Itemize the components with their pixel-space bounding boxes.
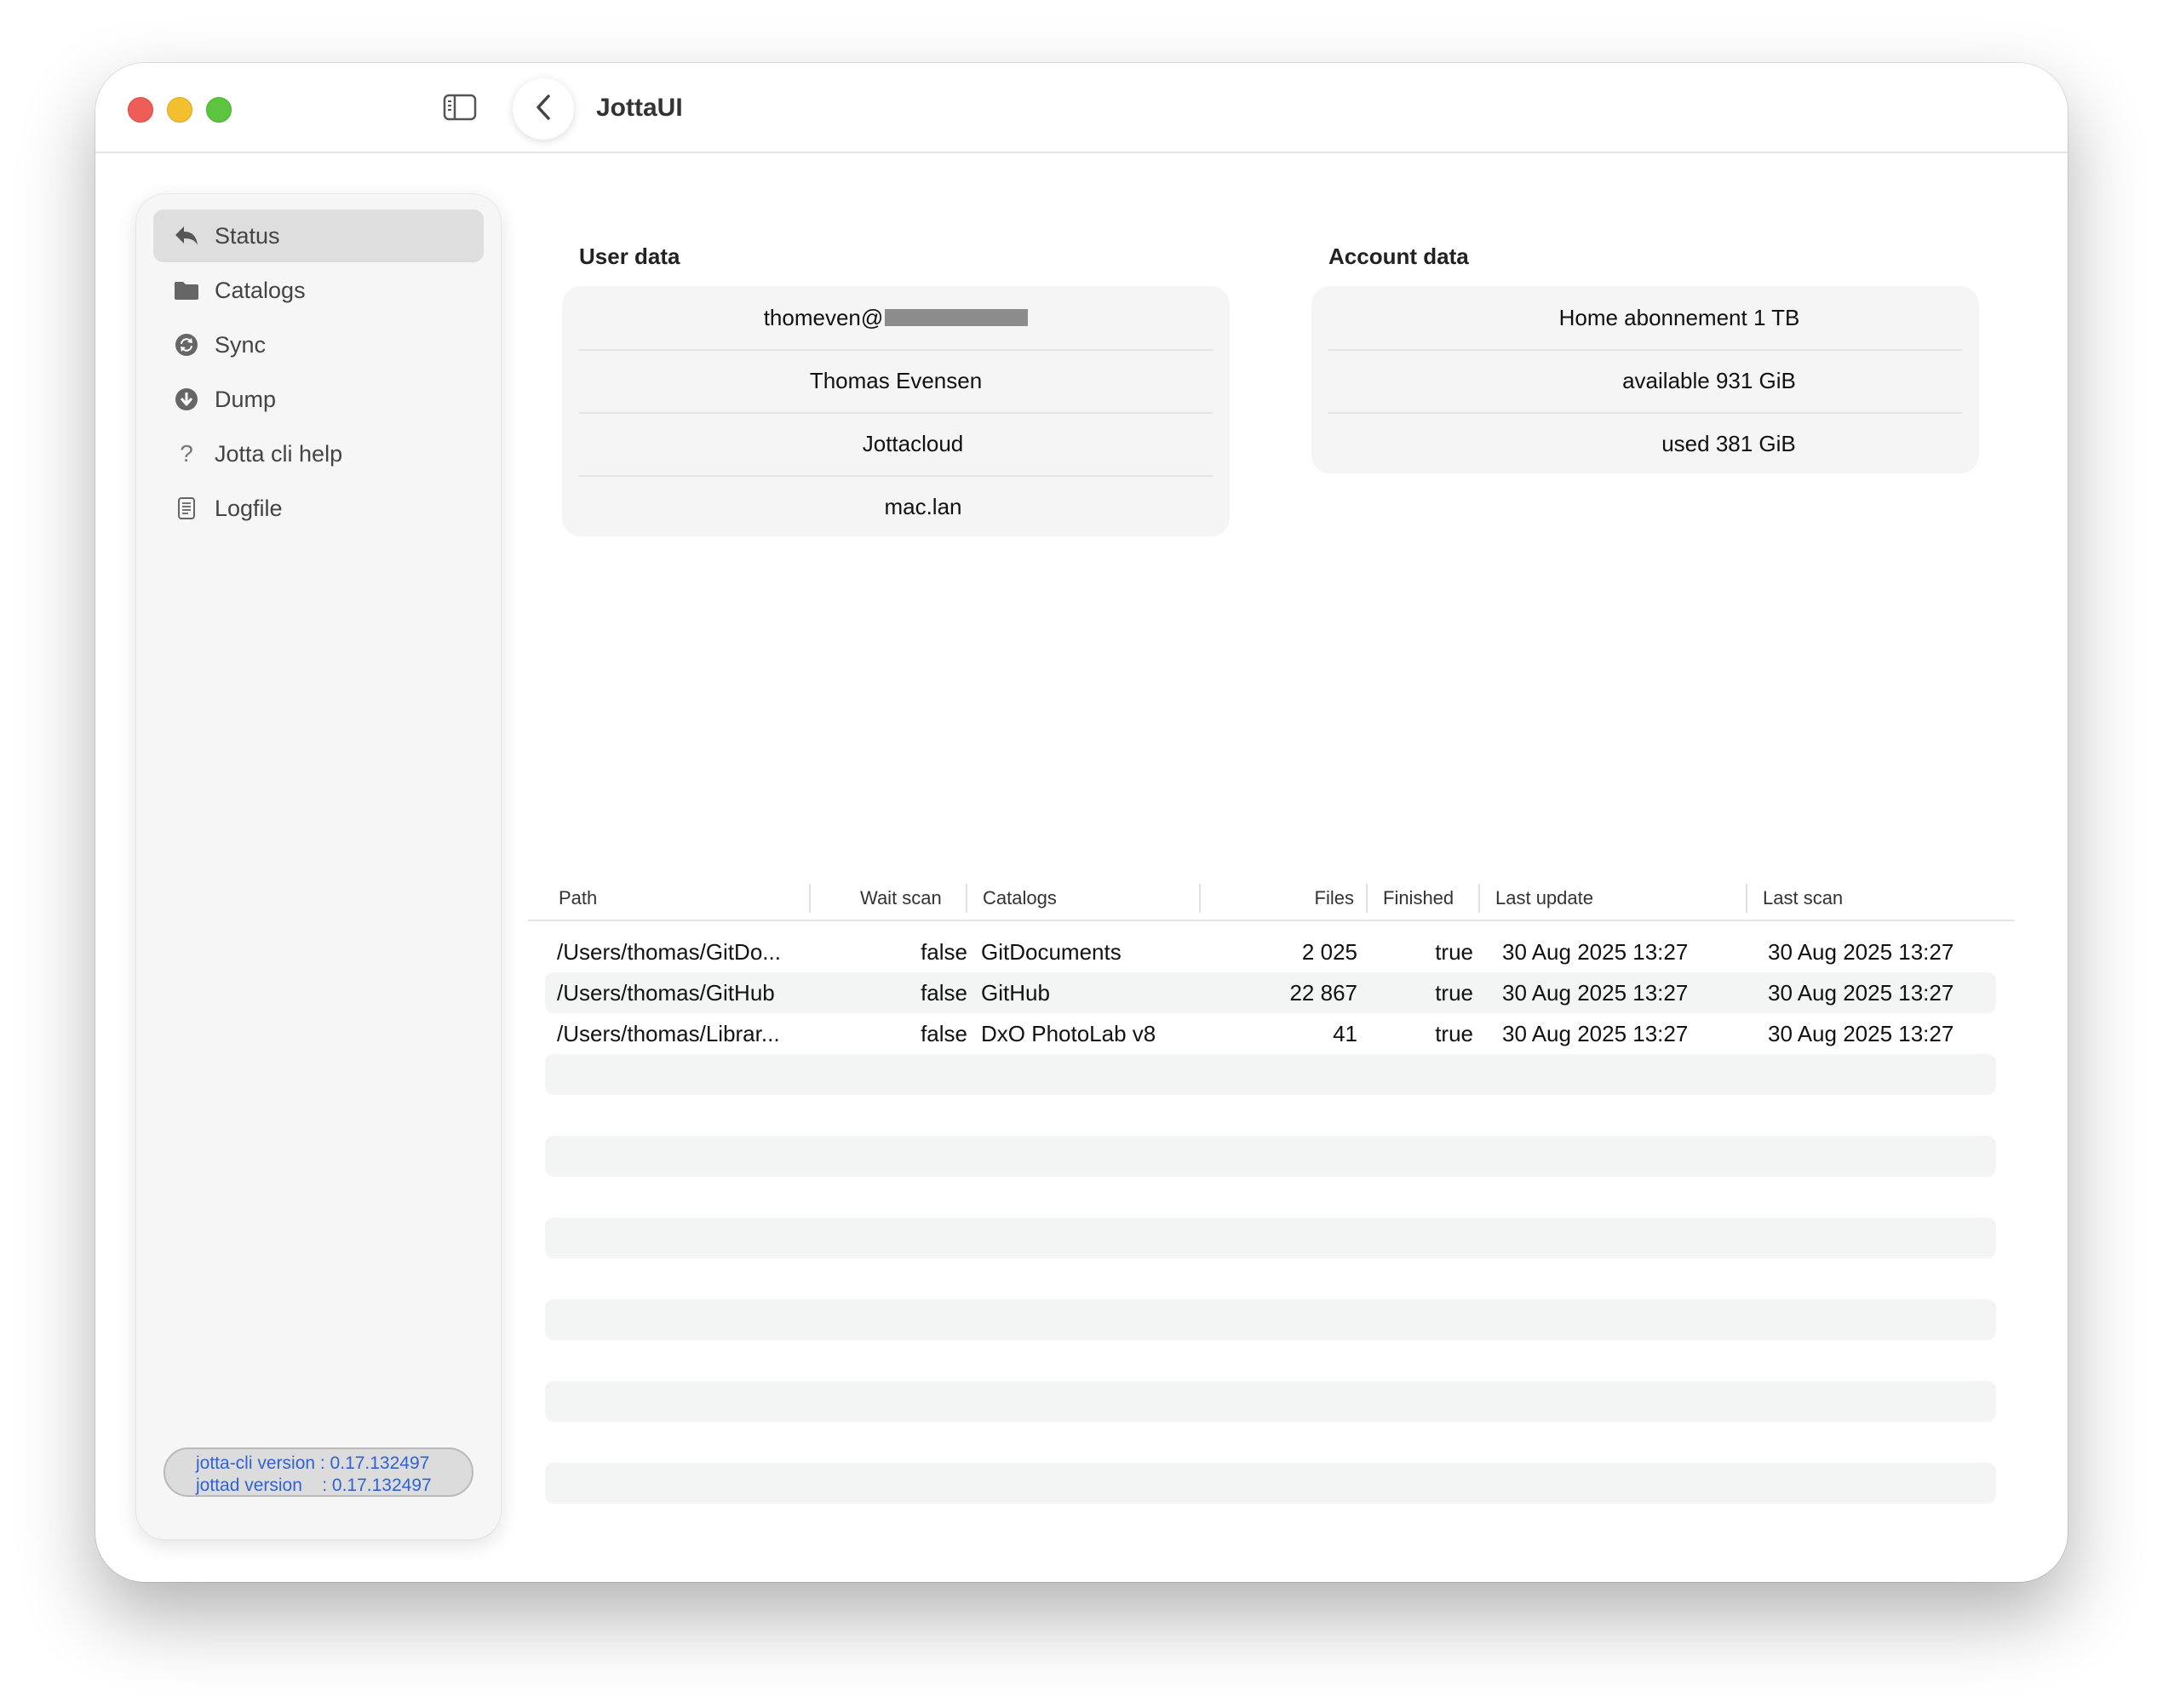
cli-version-text: jotta-cli version : 0.17.132497 — [196, 1453, 430, 1473]
user-host: mac.lan — [884, 493, 962, 519]
empty-table-row — [545, 1218, 1996, 1258]
user-data-card: thomeven@ Thomas Evensen Jottacloud mac.… — [562, 286, 1230, 536]
cell-path: /Users/thomas/GitDo... — [557, 939, 781, 965]
folder-icon — [172, 276, 201, 305]
used-row: used 381 GiB — [1328, 412, 1962, 475]
column-header-wait-scan[interactable]: Wait scan — [860, 884, 962, 913]
cell-catalog: DxO PhotoLab v8 — [981, 1021, 1156, 1046]
sidebar-item-label: Jotta cli help — [215, 440, 343, 467]
cell-finished: true — [1435, 980, 1473, 1006]
sidebar-item-jotta-cli-help[interactable]: ? Jotta cli help — [153, 427, 484, 480]
title-bar: JottaUI — [95, 63, 2068, 153]
sidebar-item-logfile[interactable]: Logfile — [153, 482, 484, 535]
user-host-row: mac.lan — [579, 475, 1213, 538]
sidebar-item-label: Logfile — [215, 495, 283, 521]
table-row[interactable]: /Users/thomas/GitHub false GitHub 22 867… — [545, 972, 1996, 1013]
cell-last-update: 30 Aug 2025 13:27 — [1502, 980, 1689, 1006]
sidebar-item-status[interactable]: Status — [153, 209, 484, 262]
cell-path: /Users/thomas/Librar... — [557, 1021, 780, 1046]
account-data-card: Home abonnement 1 TB available 931 GiB u… — [1311, 286, 1979, 473]
user-email: thomeven@ — [763, 304, 884, 330]
cell-wait-scan: false — [921, 939, 967, 965]
sync-icon — [172, 330, 201, 359]
cell-catalog: GitHub — [981, 980, 1050, 1006]
sidebar-item-label: Status — [215, 222, 280, 249]
user-name: Thomas Evensen — [809, 367, 983, 393]
cell-wait-scan: false — [921, 980, 967, 1006]
cell-last-scan: 30 Aug 2025 13:27 — [1768, 939, 1954, 965]
user-data-title: User data — [579, 244, 680, 269]
column-divider[interactable] — [1366, 884, 1368, 913]
empty-table-row — [545, 1299, 1996, 1340]
column-header-catalogs[interactable]: Catalogs — [983, 884, 1057, 913]
download-icon — [172, 385, 201, 414]
sidebar-item-dump[interactable]: Dump — [153, 373, 484, 426]
cell-last-scan: 30 Aug 2025 13:27 — [1768, 980, 1954, 1006]
cell-finished: true — [1435, 1021, 1473, 1046]
cell-files: 22 867 — [1289, 980, 1357, 1006]
user-email-row: thomeven@ — [579, 286, 1213, 351]
column-divider[interactable] — [1199, 884, 1201, 913]
empty-table-row — [545, 1463, 1996, 1504]
user-service: Jottacloud — [862, 430, 964, 456]
sidebar-item-catalogs[interactable]: Catalogs — [153, 264, 484, 317]
account-data-title: Account data — [1328, 244, 1469, 269]
sidebar-item-label: Sync — [215, 331, 267, 358]
cell-wait-scan: false — [921, 1021, 967, 1046]
sidebar: Status Catalogs Sync Dump ? Jotta cli he… — [136, 194, 501, 1539]
back-button[interactable] — [513, 78, 574, 140]
cell-last-scan: 30 Aug 2025 13:27 — [1768, 1021, 1954, 1046]
column-header-last-update[interactable]: Last update — [1495, 884, 1593, 913]
subscription: Home abonnement 1 TB — [1558, 304, 1800, 330]
user-service-row: Jottacloud — [579, 412, 1213, 477]
cell-catalog: GitDocuments — [981, 939, 1122, 965]
column-header-files[interactable]: Files — [1294, 884, 1354, 913]
cell-last-update: 30 Aug 2025 13:27 — [1502, 1021, 1689, 1046]
close-window-button[interactable] — [128, 97, 153, 123]
subscription-row: Home abonnement 1 TB — [1328, 286, 1962, 351]
document-icon — [172, 494, 201, 523]
available-space: available 931 GiB — [1622, 367, 1796, 393]
cell-last-update: 30 Aug 2025 13:27 — [1502, 939, 1689, 965]
column-divider[interactable] — [966, 884, 967, 913]
back-arrow-icon — [172, 221, 201, 250]
column-divider[interactable] — [1478, 884, 1480, 913]
empty-table-row — [545, 1054, 1996, 1095]
cell-path: /Users/thomas/GitHub — [557, 980, 775, 1006]
used-space: used 381 GiB — [1661, 430, 1796, 456]
cell-files: 41 — [1333, 1021, 1357, 1046]
column-header-finished[interactable]: Finished — [1383, 884, 1454, 913]
table-header: Path Wait scan Catalogs Files Finished L… — [528, 877, 2015, 921]
table-row[interactable]: /Users/thomas/GitDo... false GitDocument… — [545, 931, 1996, 972]
question-icon: ? — [180, 440, 193, 467]
empty-table-row — [545, 1136, 1996, 1177]
maximize-window-button[interactable] — [206, 97, 232, 123]
sidebar-toggle-icon[interactable] — [443, 94, 477, 121]
column-divider[interactable] — [1746, 884, 1747, 913]
sidebar-item-label: Dump — [215, 386, 277, 412]
chevron-left-icon — [534, 94, 553, 125]
window-title: JottaUI — [596, 94, 683, 122]
user-name-row: Thomas Evensen — [579, 349, 1213, 414]
available-row: available 931 GiB — [1328, 349, 1962, 414]
daemon-version-text: jottad version : 0.17.132497 — [196, 1476, 432, 1495]
sidebar-item-label: Catalogs — [215, 277, 306, 303]
minimize-window-button[interactable] — [167, 97, 192, 123]
table-row[interactable]: /Users/thomas/Librar... false DxO PhotoL… — [545, 1013, 1996, 1054]
cell-files: 2 025 — [1301, 939, 1357, 965]
column-header-last-scan[interactable]: Last scan — [1763, 884, 1843, 913]
version-badge: jotta-cli version : 0.17.132497 jottad v… — [164, 1447, 473, 1497]
app-window: JottaUI Status Catalogs Sync Dump ? Jott… — [95, 63, 2068, 1582]
cell-finished: true — [1435, 939, 1473, 965]
sidebar-item-sync[interactable]: Sync — [153, 318, 484, 371]
empty-table-row — [545, 1381, 1996, 1422]
redaction-bar — [885, 309, 1029, 326]
column-header-path[interactable]: Path — [559, 884, 597, 913]
column-divider[interactable] — [809, 884, 811, 913]
